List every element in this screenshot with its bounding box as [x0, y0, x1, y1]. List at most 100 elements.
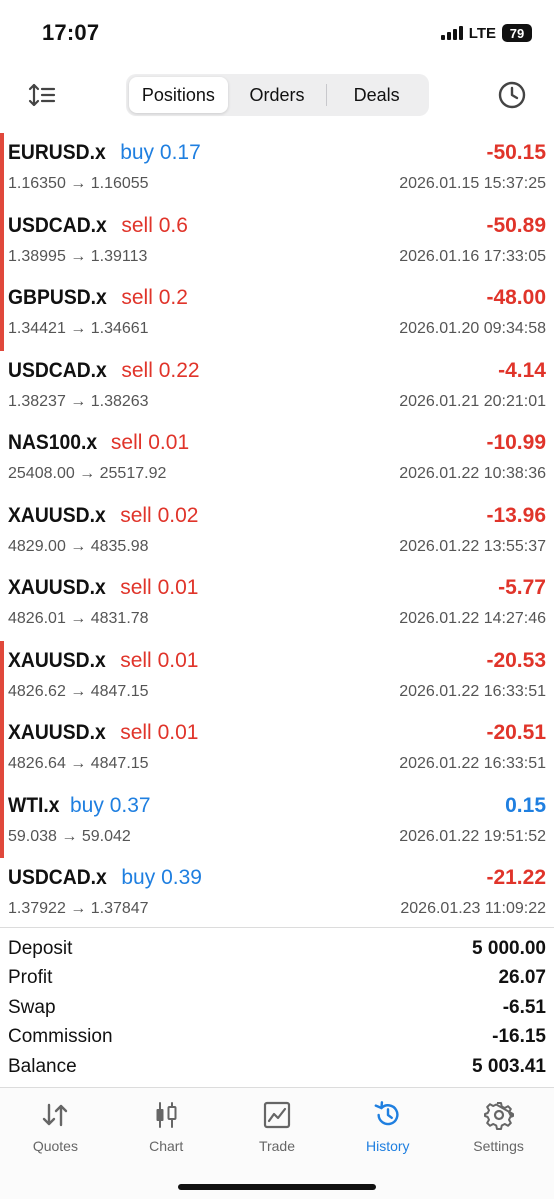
- direction: buy 0.17: [120, 141, 201, 164]
- close-time: 2026.01.22 14:27:46: [399, 610, 546, 627]
- close-time: 2026.01.23 11:09:22: [400, 900, 546, 917]
- list-item[interactable]: USDCAD.x sell 0.6 -50.89 1.38995 → 1.3911…: [0, 205, 554, 279]
- summary-balance: Balance 5 003.41: [0, 1052, 554, 1082]
- period-button[interactable]: [496, 79, 528, 111]
- symbol: XAUUSD.x: [8, 576, 106, 599]
- history-toolbar: Positions Orders Deals: [0, 72, 554, 118]
- price-range: 4829.00 → 4835.98: [8, 537, 149, 555]
- symbol: NAS100.x: [8, 431, 98, 454]
- tab-settings[interactable]: Settings: [443, 1088, 554, 1164]
- profit: -48.00: [486, 286, 546, 309]
- list-item[interactable]: EURUSD.x buy 0.17 -50.15 1.16350 → 1.1605…: [0, 133, 554, 206]
- list-item[interactable]: USDCAD.x buy 0.39 -21.22 1.37922 → 1.3784…: [0, 858, 554, 931]
- list-item[interactable]: XAUUSD.x sell 0.02 -13.96 4829.00 → 4835.…: [0, 496, 554, 569]
- tab-label: Chart: [149, 1138, 184, 1154]
- price-range: 4826.64 → 4847.15: [8, 755, 149, 772]
- history-icon: [373, 1100, 403, 1130]
- close-time: 2026.01.22 13:55:37: [399, 537, 546, 555]
- positions-list: EURUSD.x buy 0.17 -50.15 1.16350 → 1.1605…: [0, 133, 554, 931]
- symbol: EURUSD.x: [8, 141, 106, 164]
- clock-icon: [498, 81, 526, 109]
- symbol: XAUUSD.x: [8, 721, 106, 744]
- profit: -5.77: [498, 576, 546, 599]
- direction: sell 0.6: [121, 213, 188, 237]
- direction: buy 0.39: [121, 866, 202, 889]
- list-item[interactable]: WTI.x buy 0.37 0.15 59.038 → 59.042 2026.…: [0, 785, 554, 859]
- symbol: XAUUSD.x: [8, 503, 106, 527]
- direction: sell 0.2: [121, 286, 188, 309]
- status-indicators: LTE 79: [440, 22, 532, 44]
- direction: sell 0.01: [120, 576, 199, 599]
- price-range: 1.38237 → 1.38263: [8, 392, 149, 410]
- quotes-icon: [40, 1100, 70, 1130]
- close-time: 2026.01.22 16:33:51: [399, 682, 546, 700]
- summary-label: Commission: [8, 1026, 113, 1048]
- close-time: 2026.01.22 19:51:52: [399, 827, 546, 845]
- profit: -13.96: [486, 503, 546, 527]
- profit: -50.15: [486, 141, 546, 164]
- account-summary: Deposit 5 000.00 Profit 26.07 Swap -6.51 Co…: [0, 934, 554, 1082]
- tab-trade[interactable]: Trade: [222, 1088, 333, 1164]
- list-item[interactable]: NAS100.x sell 0.01 -10.99 25408.00 → 2551…: [0, 423, 554, 496]
- tab-deals[interactable]: Deals: [327, 77, 426, 113]
- battery-icon: 79: [502, 24, 532, 42]
- sort-button[interactable]: [26, 80, 58, 110]
- list-item[interactable]: XAUUSD.x sell 0.01 -5.77 4826.01 → 4831.7…: [0, 568, 554, 641]
- list-item[interactable]: XAUUSD.x sell 0.01 -20.51 4826.64 → 4847.…: [0, 713, 554, 786]
- summary-deposit: Deposit 5 000.00: [0, 934, 554, 964]
- summary-swap: Swap -6.51: [0, 993, 554, 1023]
- signal-icon: [440, 26, 463, 40]
- summary-value: -16.15: [492, 1026, 546, 1048]
- trade-icon: [262, 1100, 292, 1130]
- summary-value: -6.51: [502, 996, 546, 1018]
- direction: sell 0.01: [110, 431, 190, 454]
- bottom-tab-bar: Quotes Chart Trade History Settings: [0, 1087, 554, 1199]
- tab-label: Trade: [258, 1138, 296, 1154]
- profit: 0.15: [505, 793, 546, 817]
- close-time: 2026.01.21 20:21:01: [399, 392, 546, 410]
- settings-icon: [483, 1100, 514, 1130]
- tab-label: History: [366, 1138, 410, 1154]
- profit: -50.89: [486, 213, 546, 237]
- tab-label: Quotes: [32, 1138, 78, 1154]
- tab-chart[interactable]: Chart: [111, 1088, 222, 1164]
- tab-history[interactable]: History: [332, 1088, 443, 1164]
- summary-profit: Profit 26.07: [0, 964, 554, 994]
- status-bar: 17:07 LTE 79: [0, 0, 554, 66]
- profit: -20.51: [486, 721, 546, 744]
- network-label: LTE: [468, 24, 496, 42]
- profit: -4.14: [498, 358, 546, 382]
- tab-positions[interactable]: Positions: [129, 77, 228, 113]
- direction: sell 0.01: [120, 648, 199, 672]
- price-range: 4826.62 → 4847.15: [8, 682, 149, 700]
- summary-label: Deposit: [8, 937, 73, 959]
- list-item[interactable]: XAUUSD.x sell 0.01 -20.53 4826.62 → 4847.…: [0, 640, 554, 714]
- profit: -21.22: [486, 866, 546, 889]
- profit: -10.99: [486, 431, 546, 454]
- summary-commission: Commission -16.15: [0, 1023, 554, 1053]
- symbol: USDCAD.x: [8, 866, 107, 889]
- price-range: 25408.00 → 25517.92: [8, 465, 167, 482]
- list-item[interactable]: GBPUSD.x sell 0.2 -48.00 1.34421 → 1.3466…: [0, 278, 554, 351]
- direction: sell 0.22: [121, 358, 200, 382]
- direction: sell 0.01: [120, 721, 199, 744]
- tab-orders[interactable]: Orders: [228, 77, 327, 113]
- summary-value: 5 003.41: [472, 1055, 546, 1077]
- close-time: 2026.01.22 16:33:51: [399, 755, 546, 772]
- symbol: USDCAD.x: [8, 213, 107, 237]
- summary-value: 5 000.00: [472, 937, 546, 959]
- summary-label: Swap: [8, 996, 56, 1018]
- list-item[interactable]: USDCAD.x sell 0.22 -4.14 1.38237 → 1.3826…: [0, 351, 554, 424]
- tab-quotes[interactable]: Quotes: [0, 1088, 111, 1164]
- tab-label: Settings: [473, 1138, 524, 1154]
- symbol: USDCAD.x: [8, 358, 107, 382]
- price-range: 1.16350 → 1.16055: [8, 175, 149, 192]
- price-range: 4826.01 → 4831.78: [8, 610, 149, 627]
- symbol: XAUUSD.x: [8, 648, 106, 672]
- symbol: WTI.x: [8, 793, 60, 817]
- close-time: 2026.01.15 15:37:25: [399, 175, 546, 192]
- status-time: 17:07: [42, 20, 100, 45]
- divider: [0, 927, 554, 928]
- close-time: 2026.01.20 09:34:58: [399, 320, 546, 337]
- sort-icon: [28, 83, 56, 107]
